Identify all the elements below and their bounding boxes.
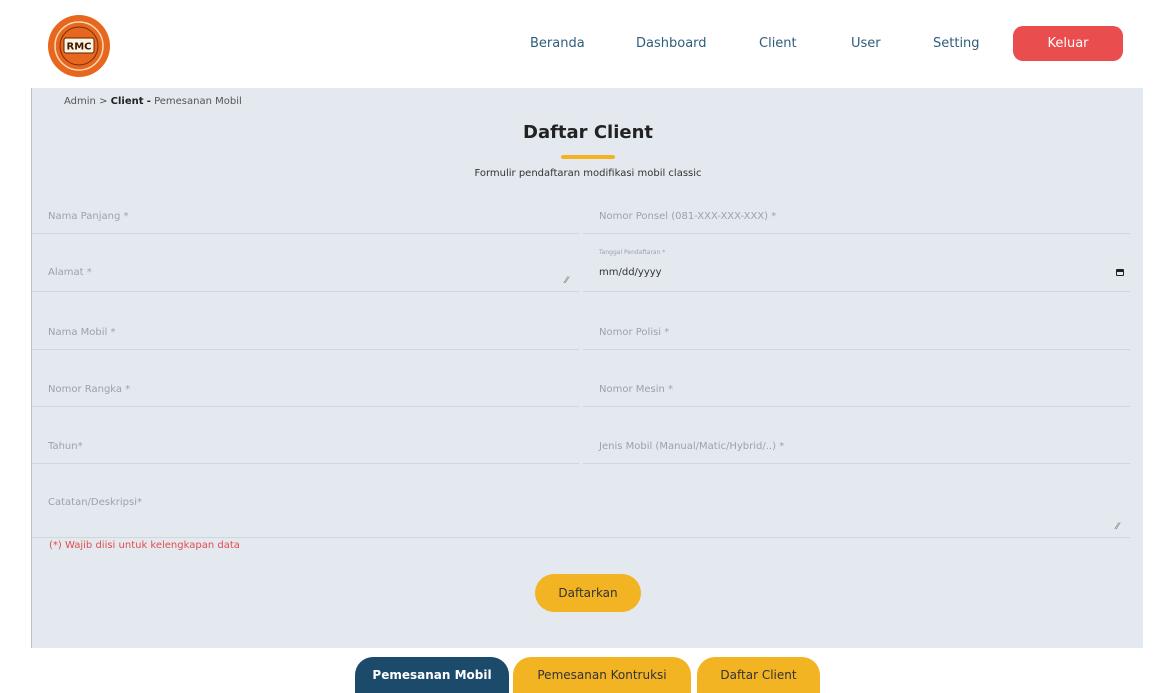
breadcrumb-admin[interactable]: Admin [64, 96, 96, 107]
nomor-polisi-input[interactable]: Nomor Polisi * [583, 314, 1130, 350]
tanggal-label: Tanggal Pendaftaran * [599, 249, 666, 256]
title-underline [561, 155, 615, 159]
nama-panjang-input[interactable]: Nama Panjang * [32, 196, 579, 234]
jenis-mobil-input[interactable]: Jenis Mobil (Manual/Matic/Hybrid/..) * [583, 428, 1130, 464]
breadcrumb-client[interactable]: Client [111, 96, 144, 107]
tahun-input[interactable]: Tahun* [32, 428, 579, 464]
alamat-textarea[interactable]: Alamat * ⁄⁄ [32, 243, 579, 292]
tanggal-pendaftaran-input[interactable]: Tanggal Pendaftaran * mm/dd/yyyy [583, 243, 1130, 292]
alamat-placeholder: Alamat * [48, 267, 92, 278]
rmc-logo[interactable]: RMC [43, 14, 115, 78]
nomor-mesin-input[interactable]: Nomor Mesin * [583, 371, 1130, 407]
nav-dashboard[interactable]: Dashboard [636, 36, 707, 51]
catatan-textarea[interactable]: Catatan/Deskripsi* ⁄⁄ [32, 484, 1130, 538]
tab-pemesanan-mobil[interactable]: Pemesanan Mobil [355, 657, 509, 693]
nomor-rangka-input[interactable]: Nomor Rangka * [32, 371, 579, 407]
breadcrumb: Admin > Client - Pemesanan Mobil [64, 96, 242, 107]
nomor-mesin-placeholder: Nomor Mesin * [599, 384, 674, 395]
nomor-ponsel-input[interactable]: Nomor Ponsel (081-XXX-XXX-XXX) * [583, 196, 1130, 234]
nav-beranda[interactable]: Beranda [530, 36, 585, 51]
tanggal-value: mm/dd/yyyy [599, 267, 662, 278]
tahun-placeholder: Tahun* [48, 441, 83, 452]
nomor-polisi-placeholder: Nomor Polisi * [599, 327, 670, 338]
logo-text: RMC [67, 42, 92, 53]
page-subtitle: Formulir pendaftaran modifikasi mobil cl… [474, 168, 702, 179]
nama-mobil-placeholder: Nama Mobil * [48, 327, 116, 338]
nomor-ponsel-placeholder: Nomor Ponsel (081-XXX-XXX-XXX) * [599, 211, 777, 222]
breadcrumb-dash: - [146, 96, 151, 107]
breadcrumb-current: Pemesanan Mobil [154, 96, 242, 107]
nav-setting[interactable]: Setting [933, 36, 980, 51]
nama-panjang-placeholder: Nama Panjang * [48, 211, 129, 222]
page-title: Daftar Client [523, 122, 653, 143]
breadcrumb-separator: > [99, 96, 108, 107]
resize-handle-icon[interactable]: ⁄⁄ [1116, 522, 1119, 532]
nama-mobil-input[interactable]: Nama Mobil * [32, 314, 579, 350]
jenis-mobil-placeholder: Jenis Mobil (Manual/Matic/Hybrid/..) * [599, 441, 785, 452]
required-note: (*) Wajib diisi untuk kelengkapan data [49, 540, 240, 551]
top-navbar: RMC Beranda Dashboard Client User Settin… [0, 0, 1157, 88]
tab-pemesanan-kontruksi[interactable]: Pemesanan Kontruksi [513, 657, 691, 693]
resize-handle-icon[interactable]: ⁄⁄ [565, 276, 568, 286]
nav-user[interactable]: User [851, 36, 881, 51]
logout-button[interactable]: Keluar [1013, 26, 1123, 61]
nav-client[interactable]: Client [759, 36, 797, 51]
client-form-panel: Admin > Client - Pemesanan Mobil Daftar … [31, 88, 1143, 648]
tab-daftar-client[interactable]: Daftar Client [697, 657, 820, 693]
daftarkan-button[interactable]: Daftarkan [535, 574, 641, 612]
calendar-icon[interactable] [1116, 269, 1124, 276]
nomor-rangka-placeholder: Nomor Rangka * [48, 384, 131, 395]
catatan-placeholder: Catatan/Deskripsi* [48, 497, 142, 508]
